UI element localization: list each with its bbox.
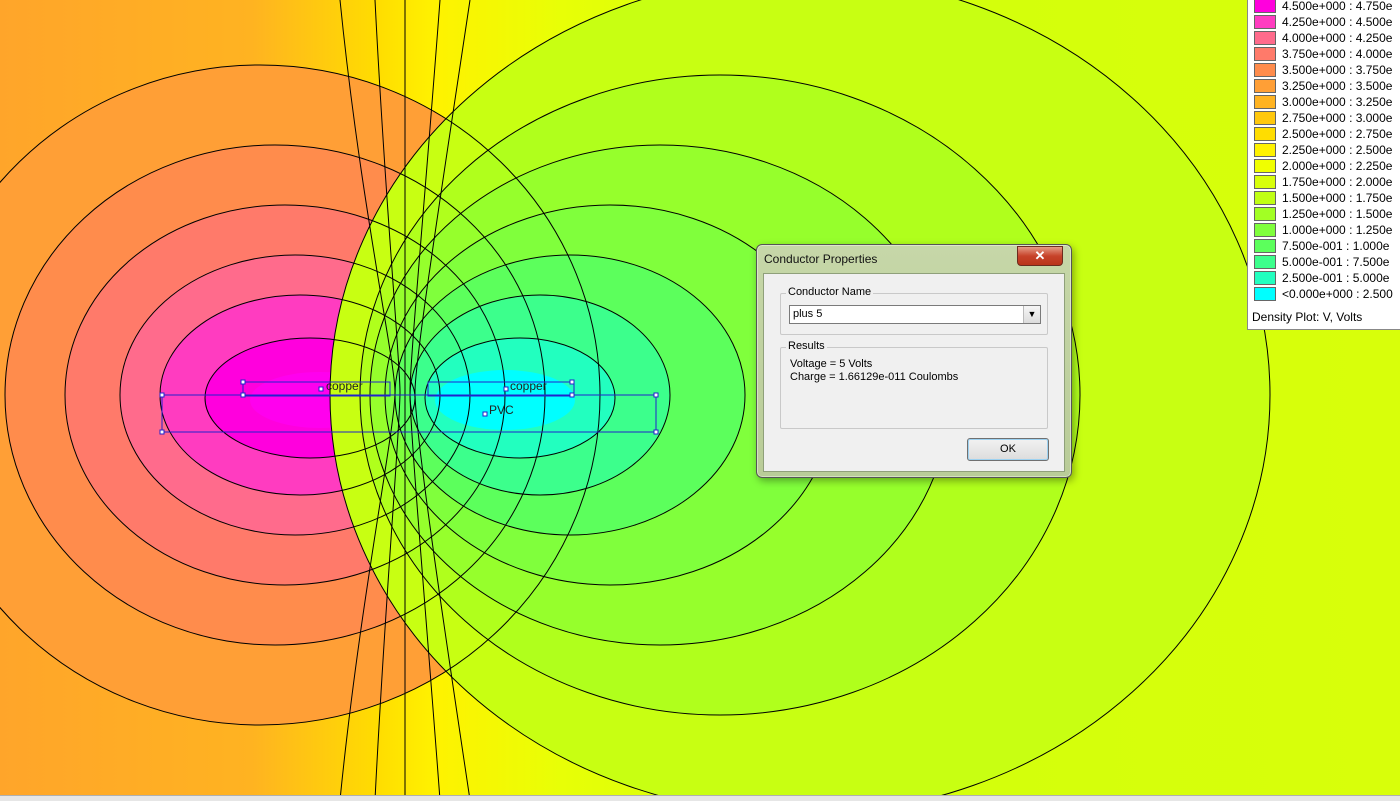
results-group: Results Voltage = 5 Volts Charge = 1.661… [780,340,1048,429]
legend-row: 3.500e+000 : 3.750e [1252,62,1400,78]
label-pvc: PVC [489,403,514,417]
legend-row: 4.000e+000 : 4.250e [1252,30,1400,46]
ok-button[interactable]: OK [967,438,1049,461]
legend-title: Density Plot: V, Volts [1252,310,1363,324]
legend-row: 1.750e+000 : 2.000e [1252,174,1400,190]
legend-row: 7.500e-001 : 1.000e [1252,238,1400,254]
legend-row: 3.750e+000 : 4.000e [1252,46,1400,62]
dialog-body: Conductor Name plus 5 ▼ Results Voltage … [763,273,1065,472]
legend-label: 3.500e+000 : 3.750e [1282,63,1393,77]
density-plot[interactable]: copper copper PVC [0,0,1400,800]
legend-label: 3.750e+000 : 4.000e [1282,47,1393,61]
dialog-title: Conductor Properties [764,252,878,266]
legend-swatch [1254,287,1276,301]
legend-row: 1.500e+000 : 1.750e [1252,190,1400,206]
legend-label: 5.000e-001 : 7.500e [1282,255,1390,269]
legend-row: 1.250e+000 : 1.500e [1252,206,1400,222]
legend-row: 5.000e-001 : 7.500e [1252,254,1400,270]
legend-row: 4.500e+000 : 4.750e [1252,0,1400,14]
chevron-down-icon[interactable]: ▼ [1023,306,1040,323]
legend-row: 2.500e+000 : 2.750e [1252,126,1400,142]
legend-label: 1.750e+000 : 2.000e [1282,175,1393,189]
legend-swatch [1254,175,1276,189]
close-button[interactable]: ✕ [1017,246,1063,266]
legend-label: 2.750e+000 : 3.000e [1282,111,1393,125]
legend-swatch [1254,15,1276,29]
legend-label: 4.250e+000 : 4.500e [1282,15,1393,29]
legend-row: 2.500e-001 : 5.000e [1252,270,1400,286]
legend-swatch [1254,47,1276,61]
conductor-properties-dialog: Conductor Properties ✕ Conductor Name pl… [756,244,1072,478]
legend-row: 2.000e+000 : 2.250e [1252,158,1400,174]
results-label: Results [786,340,827,352]
legend-label: <0.000e+000 : 2.500 [1282,287,1393,301]
conductor-name-dropdown[interactable]: plus 5 ▼ [789,305,1041,324]
legend-label: 1.500e+000 : 1.750e [1282,191,1393,205]
legend-label: 2.250e+000 : 2.500e [1282,143,1393,157]
legend-label: 7.500e-001 : 1.000e [1282,239,1390,253]
legend-swatch [1254,127,1276,141]
legend-swatch [1254,255,1276,269]
legend-row: 1.000e+000 : 1.250e [1252,222,1400,238]
legend-swatch [1254,271,1276,285]
legend-swatch [1254,207,1276,221]
legend-label: 3.000e+000 : 3.250e [1282,95,1393,109]
legend-swatch [1254,63,1276,77]
legend-swatch [1254,111,1276,125]
density-legend: 4.500e+000 : 4.750e 4.250e+000 : 4.500e 4.… [1247,0,1400,330]
legend-label: 2.500e+000 : 2.750e [1282,127,1393,141]
legend-label: 2.000e+000 : 2.250e [1282,159,1393,173]
legend-row: <0.000e+000 : 2.500 [1252,286,1400,302]
label-copper-left: copper [326,379,363,393]
conductor-name-label: Conductor Name [786,286,874,298]
legend-swatch [1254,79,1276,93]
legend-label: 4.500e+000 : 4.750e [1282,0,1393,13]
legend-swatch [1254,143,1276,157]
conductor-name-value: plus 5 [793,308,823,320]
legend-label: 3.250e+000 : 3.500e [1282,79,1393,93]
legend-label: 1.000e+000 : 1.250e [1282,223,1393,237]
legend-swatch [1254,0,1276,13]
legend-row: 3.250e+000 : 3.500e [1252,78,1400,94]
legend-row: 2.750e+000 : 3.000e [1252,110,1400,126]
horizontal-scrollbar[interactable] [0,795,1400,801]
legend-swatch [1254,239,1276,253]
legend-swatch [1254,159,1276,173]
legend-swatch [1254,191,1276,205]
legend-label: 4.000e+000 : 4.250e [1282,31,1393,45]
conductor-name-group: Conductor Name plus 5 ▼ [780,286,1048,335]
charge-result: Charge = 1.66129e-011 Coulombs [790,371,959,383]
legend-row: 2.250e+000 : 2.500e [1252,142,1400,158]
legend-label: 1.250e+000 : 1.500e [1282,207,1393,221]
legend-swatch [1254,223,1276,237]
legend-label: 2.500e-001 : 5.000e [1282,271,1390,285]
legend-row: 4.250e+000 : 4.500e [1252,14,1400,30]
legend-row: 3.000e+000 : 3.250e [1252,94,1400,110]
legend-swatch [1254,31,1276,45]
legend-swatch [1254,95,1276,109]
voltage-result: Voltage = 5 Volts [790,358,873,370]
label-copper-right: copper [510,379,547,393]
